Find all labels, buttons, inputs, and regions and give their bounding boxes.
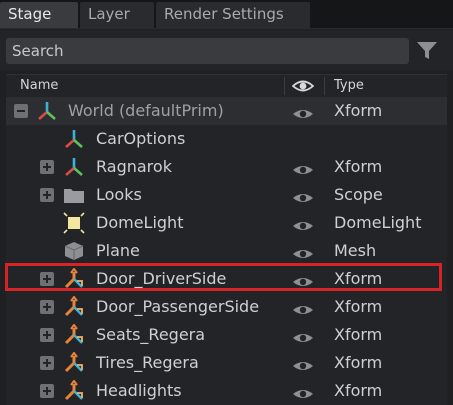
tree-row-root[interactable]: World (defaultPrim) Xform: [6, 97, 447, 125]
column-type-header[interactable]: Type: [334, 78, 364, 93]
prim-type: Xform: [334, 269, 383, 288]
prim-type: Xform: [334, 381, 383, 400]
prim-name: DomeLight: [96, 213, 184, 232]
expand-icon[interactable]: [40, 188, 54, 202]
column-name-header[interactable]: Name: [20, 78, 58, 93]
xform-instance-icon: [63, 351, 85, 374]
visibility-eye-icon[interactable]: [292, 187, 314, 203]
prim-type: Mesh: [334, 241, 377, 260]
visibility-eye-icon[interactable]: [292, 327, 314, 343]
tree-row[interactable]: DomeLight DomeLight: [6, 209, 447, 237]
xform-instance-icon: [63, 295, 85, 318]
expand-icon[interactable]: [40, 272, 54, 286]
visibility-eye-icon[interactable]: [292, 355, 314, 371]
prim-type: Xform: [334, 325, 383, 344]
prim-name: Door_DriverSide: [96, 269, 227, 288]
visibility-eye-icon[interactable]: [292, 103, 314, 119]
column-divider: [324, 77, 325, 95]
prim-type: Xform: [334, 101, 383, 120]
search-bar: Search: [0, 30, 453, 70]
prim-name: Plane: [96, 241, 140, 260]
search-input[interactable]: Search: [6, 38, 409, 64]
expand-icon[interactable]: [40, 160, 54, 174]
light-icon: [63, 212, 85, 234]
tree-row[interactable]: Headlights Xform: [6, 377, 447, 405]
filter-icon[interactable]: [416, 41, 438, 61]
prim-name: Seats_Regera: [96, 325, 206, 344]
prim-name: Door_PassengerSide: [96, 297, 260, 316]
xform-icon: [36, 100, 58, 122]
xform-instance-icon: [63, 267, 85, 290]
tree-header: Name Type: [6, 75, 447, 97]
prim-type: Xform: [334, 297, 383, 316]
collapse-icon[interactable]: [14, 104, 28, 118]
prim-name: Headlights: [96, 381, 182, 400]
expand-icon[interactable]: [40, 356, 54, 370]
xform-icon: [63, 156, 85, 178]
tree-row[interactable]: Ragnarok Xform: [6, 153, 447, 181]
prim-type: Xform: [334, 353, 383, 372]
tab-bar: Stage Layer Render Settings: [0, 0, 453, 29]
tree-row[interactable]: Door_DriverSide Xform: [6, 265, 447, 293]
expand-icon[interactable]: [40, 328, 54, 342]
prim-type: Xform: [334, 157, 383, 176]
stage-tree: Name Type World (defaultPrim) Xform CarOpt…: [6, 74, 447, 405]
tree-row[interactable]: Plane Mesh: [6, 237, 447, 265]
prim-name: Ragnarok: [96, 157, 172, 176]
tree-row[interactable]: CarOptions: [6, 125, 447, 153]
tab-stage[interactable]: Stage: [0, 2, 78, 28]
folder-icon: [63, 184, 85, 206]
xform-instance-icon: [63, 323, 85, 346]
xform-instance-icon: [63, 379, 85, 402]
visibility-eye-icon[interactable]: [292, 299, 314, 315]
prim-name: CarOptions: [96, 129, 186, 148]
tree-row[interactable]: Tires_Regera Xform: [6, 349, 447, 377]
column-divider: [284, 77, 285, 95]
visibility-eye-icon[interactable]: [292, 243, 314, 259]
visibility-eye-icon[interactable]: [292, 159, 314, 175]
tab-layer[interactable]: Layer: [80, 2, 154, 28]
prim-type: DomeLight: [334, 213, 422, 232]
prim-type: Scope: [334, 185, 383, 204]
tree-row[interactable]: Looks Scope: [6, 181, 447, 209]
visibility-eye-icon[interactable]: [292, 383, 314, 399]
tree-row[interactable]: Door_PassengerSide Xform: [6, 293, 447, 321]
visibility-header-eye-icon[interactable]: [292, 77, 314, 95]
tab-render-settings[interactable]: Render Settings: [156, 2, 310, 28]
prim-name: World (defaultPrim): [68, 101, 224, 120]
stage-panel: Stage Layer Render Settings Search Name …: [0, 0, 453, 405]
tree-row[interactable]: Seats_Regera Xform: [6, 321, 447, 349]
expand-icon[interactable]: [40, 300, 54, 314]
visibility-eye-icon[interactable]: [292, 271, 314, 287]
prim-name: Looks: [96, 185, 142, 204]
mesh-cube-icon: [63, 240, 85, 262]
prim-name: Tires_Regera: [96, 353, 199, 372]
xform-icon: [63, 128, 85, 150]
expand-icon[interactable]: [40, 384, 54, 398]
visibility-eye-icon[interactable]: [292, 215, 314, 231]
